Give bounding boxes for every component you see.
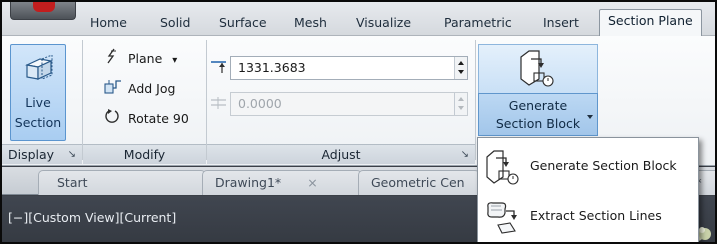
spin-up-icon: [458, 97, 464, 101]
plane-button[interactable]: Plane ▾: [104, 48, 177, 70]
generate-label-line1: Generate: [508, 98, 568, 113]
tab-insert[interactable]: Insert: [543, 13, 579, 35]
tab-mesh[interactable]: Mesh: [294, 13, 327, 35]
tab-parametric[interactable]: Parametric: [444, 13, 512, 35]
plane-dropdown-icon: ▾: [172, 55, 178, 66]
live-section-label-line1: Live: [25, 95, 51, 110]
add-jog-label: Add Jog: [128, 81, 176, 96]
section-offset-value: 1331.3683: [238, 60, 306, 75]
spin-down-icon[interactable]: [458, 70, 464, 74]
section-offset-spinner[interactable]: [454, 57, 467, 79]
extract-section-lines-icon: [487, 202, 517, 234]
live-section-icon: [25, 55, 53, 80]
application-menu-button[interactable]: [10, 2, 76, 20]
rotate-90-button[interactable]: Rotate 90: [104, 108, 189, 130]
rotate-icon: [104, 108, 122, 131]
generate-section-block-icon: [520, 50, 554, 87]
panel-title-display-label: Display: [8, 147, 55, 162]
rotate-90-label: Rotate 90: [128, 111, 189, 126]
tab-visualize[interactable]: Visualize: [356, 13, 411, 35]
tab-home[interactable]: Home: [90, 13, 127, 35]
plane-icon: [104, 48, 122, 71]
chevron-down-icon: [587, 115, 593, 119]
doc-tab-start-label: Start: [57, 175, 88, 190]
generate-section-block-icon: [486, 150, 519, 185]
panel-title-adjust-label: Adjust: [321, 147, 361, 162]
tab-solid[interactable]: Solid: [160, 13, 190, 35]
panel-title-modify: Modify: [83, 144, 206, 164]
add-jog-icon: [104, 78, 122, 101]
panel-title-display[interactable]: Display ↘: [2, 144, 82, 164]
menu-item-extract-section-lines[interactable]: Extract Section Lines: [478, 192, 698, 240]
display-launcher-icon[interactable]: ↘: [68, 145, 76, 165]
autocad-window: Home Solid Surface Mesh Visualize Parame…: [0, 0, 717, 244]
add-jog-button[interactable]: Add Jog: [104, 78, 175, 100]
offset-icon: [210, 60, 228, 77]
doc-tab-drawing1-label: Drawing1*: [215, 175, 282, 190]
live-section-button[interactable]: Live Section: [10, 44, 66, 141]
menu-item-generate-label: Generate Section Block: [530, 158, 677, 173]
slice-thickness-field: 0.0000: [230, 92, 468, 116]
adjust-launcher-icon[interactable]: ↘: [461, 145, 469, 165]
generate-section-block-button[interactable]: [478, 44, 598, 93]
ribbon-tab-bar: Home Solid Surface Mesh Visualize Parame…: [2, 2, 715, 36]
tab-section-plane[interactable]: Section Plane: [599, 9, 702, 36]
spin-down-icon: [458, 106, 464, 110]
spin-up-icon[interactable]: [458, 61, 464, 65]
doc-tab-geometric[interactable]: Geometric Cen: [358, 170, 480, 195]
close-icon[interactable]: ×: [307, 175, 317, 190]
doc-tab-geometric-label: Geometric Cen: [371, 175, 465, 190]
plane-label: Plane: [128, 51, 163, 66]
slice-thickness-value: 0.0000: [238, 96, 282, 111]
menu-item-extract-label: Extract Section Lines: [530, 208, 662, 223]
slice-thickness-icon: [210, 96, 228, 113]
tab-surface[interactable]: Surface: [219, 13, 267, 35]
panel-separator: [206, 40, 207, 160]
generate-dropdown-menu: Generate Section Block Extract Section L…: [477, 137, 699, 242]
doc-tab-start[interactable]: Start: [38, 170, 206, 195]
app-logo-icon: [33, 2, 55, 12]
panel-separator: [475, 40, 476, 160]
viewport-controls-label[interactable]: [−][Custom View][Current]: [8, 210, 176, 225]
panel-separator: [82, 40, 83, 160]
generate-section-block-dropdown[interactable]: Generate Section Block: [478, 93, 598, 136]
section-offset-field[interactable]: 1331.3683: [230, 56, 468, 80]
doc-tab-drawing1[interactable]: Drawing1* ×: [202, 170, 362, 195]
live-section-label-line2: Section: [14, 115, 62, 130]
slice-thickness-spinner: [454, 93, 467, 115]
menu-item-generate-section-block[interactable]: Generate Section Block: [478, 142, 698, 190]
panel-title-adjust[interactable]: Adjust ↘: [207, 144, 475, 164]
generate-label-line2: Section Block: [495, 116, 581, 131]
